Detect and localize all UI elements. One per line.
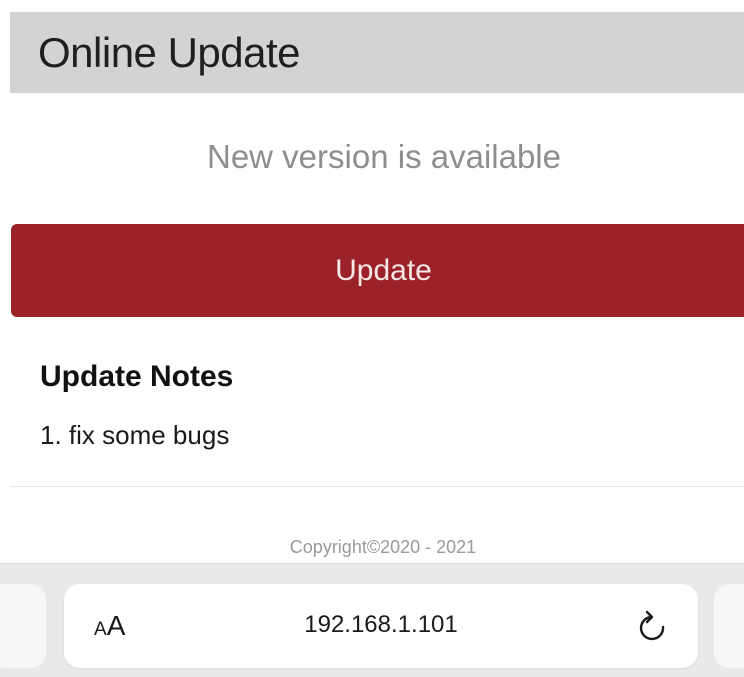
copyright-text: Copyright©2020 - 2021 xyxy=(289,537,477,557)
address-field[interactable]: AA 192.168.1.101 xyxy=(64,584,698,668)
url-text: 192.168.1.101 xyxy=(304,611,458,638)
update-notes-heading: Update Notes xyxy=(40,360,234,393)
divider xyxy=(10,486,744,487)
reload-icon[interactable] xyxy=(638,610,668,644)
browser-address-bar: AA 192.168.1.101 xyxy=(0,563,744,677)
next-tab[interactable] xyxy=(714,584,744,668)
online-update-page: Online Update New version is available U… xyxy=(0,0,744,677)
page-title: Online Update xyxy=(38,29,301,76)
version-status-text: New version is available xyxy=(207,138,561,175)
title-bar: Online Update xyxy=(10,12,744,93)
update-button[interactable]: Update xyxy=(11,224,744,317)
update-note-item: 1. fix some bugs xyxy=(40,420,230,450)
previous-tab[interactable] xyxy=(0,584,46,668)
